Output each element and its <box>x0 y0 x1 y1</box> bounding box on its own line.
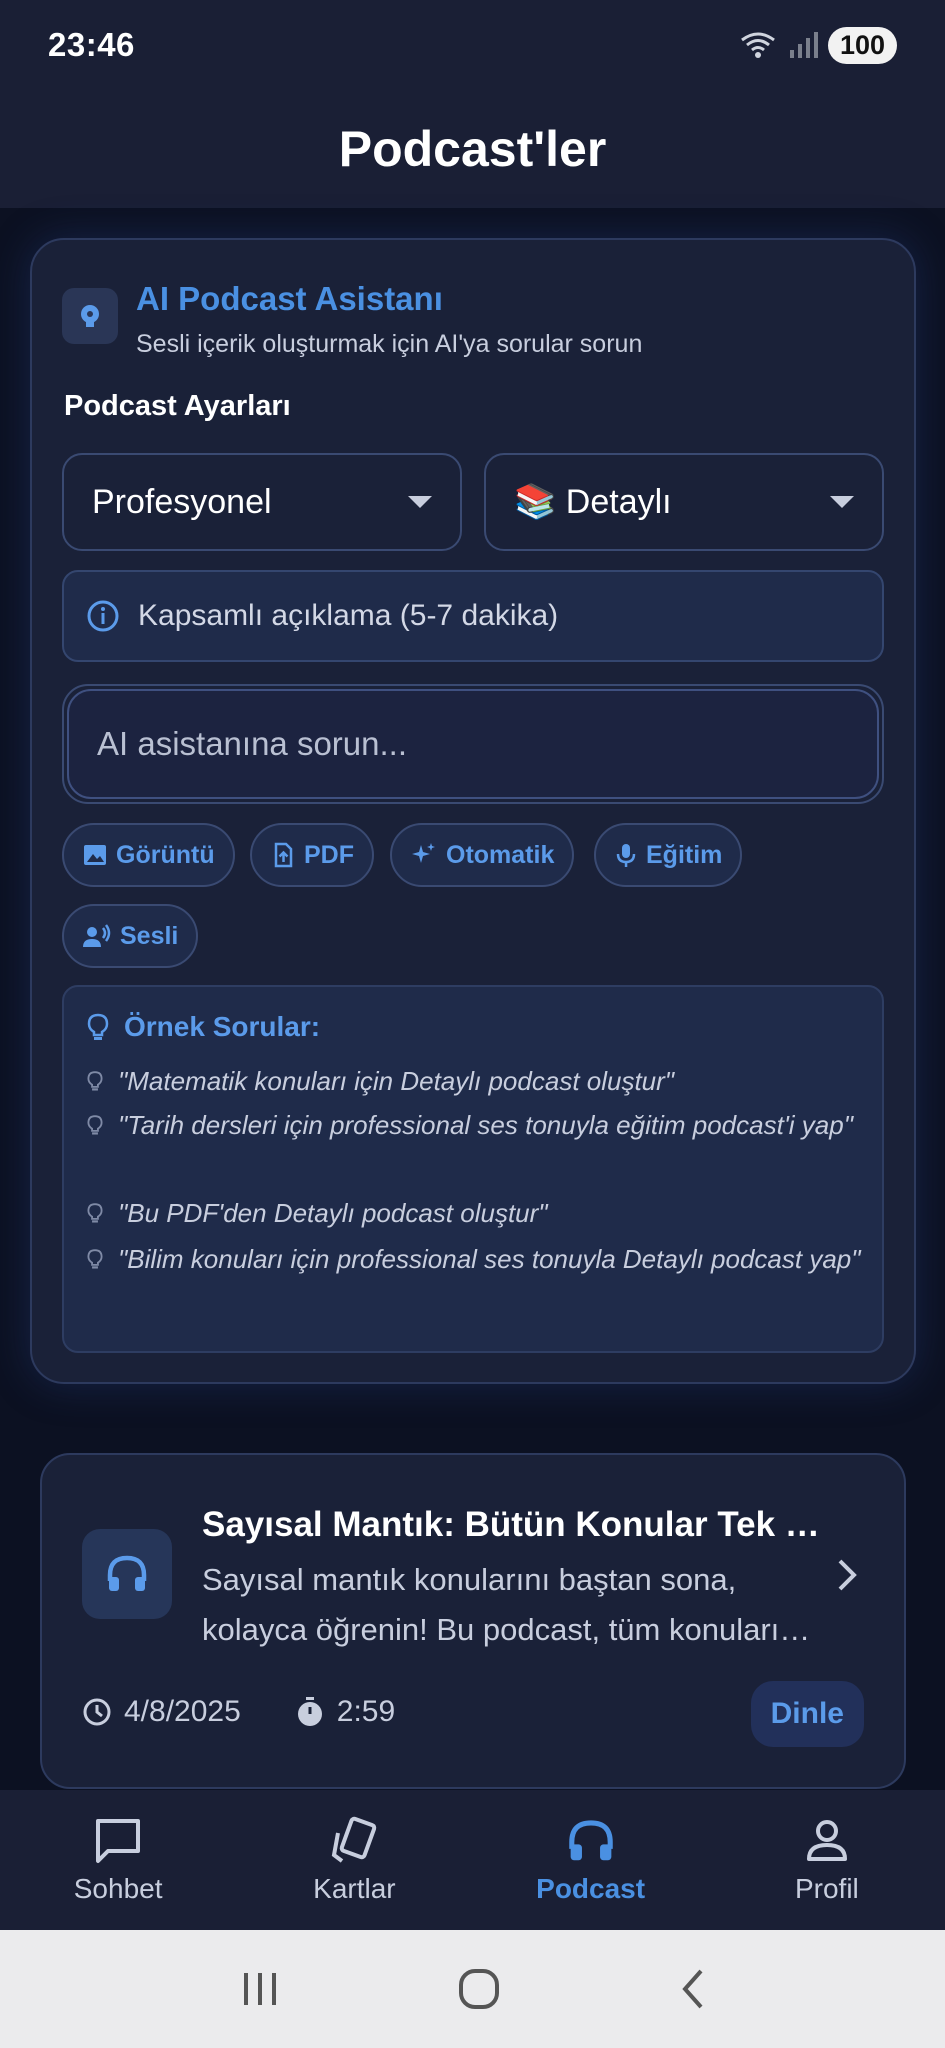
nav-item-chat[interactable]: Sohbet <box>18 1815 218 1905</box>
podcast-card[interactable]: Sayısal Mantık: Bütün Konular Tek Podcas… <box>40 1453 906 1789</box>
signal-icon <box>789 32 818 58</box>
podcast-description: Sayısal mantık konularını baştan sona, k… <box>202 1562 780 1647</box>
status-time: 23:46 <box>48 26 135 63</box>
bottom-nav: Sohbet Kartlar Podcast Profil <box>0 1790 945 1930</box>
nav-label: Podcast <box>536 1873 646 1904</box>
microphone-icon <box>616 844 636 867</box>
lightbulb-icon <box>87 1203 103 1223</box>
chat-icon <box>96 1819 141 1863</box>
system-nav-bar <box>0 1930 945 2048</box>
chip-label: Otomatik <box>446 840 555 869</box>
ask-input[interactable] <box>67 689 879 799</box>
info-box: Kapsamlı açıklama (5-7 dakika) <box>62 570 884 662</box>
nav-label: Profil <box>794 1873 859 1904</box>
lightbulb-icon <box>87 1013 109 1040</box>
podcast-meta: 4/8/2025 2:59 <box>82 1695 395 1729</box>
example-text: "Tarih dersleri için professional ses to… <box>118 1110 853 1140</box>
chip-label: Sesli <box>120 921 179 950</box>
lightbulb-icon <box>87 1071 103 1091</box>
examples-title: Örnek Sorular: <box>124 1011 321 1042</box>
nav-item-profile[interactable]: Profil <box>727 1815 927 1905</box>
headphones-icon <box>82 1529 172 1619</box>
example-text: "Matematik konuları için Detaylı podcast… <box>118 1066 675 1096</box>
assistant-header: AI Podcast Asistanı Sesli içerik oluştur… <box>62 280 642 359</box>
sparkle-icon <box>412 843 435 863</box>
clock-icon <box>83 1698 111 1726</box>
nav-label: Kartlar <box>313 1873 396 1904</box>
wifi-icon <box>741 32 775 58</box>
chip-pdf[interactable]: PDF <box>250 823 374 887</box>
cards-icon <box>332 1816 377 1863</box>
app-header: Podcast'ler <box>0 90 945 208</box>
example-text: "Bu PDF'den Detaylı podcast oluştur" <box>118 1198 548 1228</box>
example-item[interactable]: "Tarih dersleri için professional ses to… <box>86 1103 876 1147</box>
tone-select-value: Profesyonel <box>92 482 272 521</box>
length-select[interactable]: 📚 Detaylı <box>484 453 884 551</box>
dropdown-caret-icon <box>830 496 854 508</box>
listen-button[interactable]: Dinle <box>750 1681 864 1747</box>
dropdown-caret-icon <box>408 496 432 508</box>
chip-label: Görüntü <box>116 840 215 869</box>
file-upload-icon <box>274 842 293 868</box>
podcast-date: 4/8/2025 <box>124 1695 241 1728</box>
image-icon <box>84 845 106 865</box>
info-icon <box>87 600 119 632</box>
length-select-value: 📚 Detaylı <box>514 483 672 521</box>
brain-icon <box>62 288 118 344</box>
ask-input-wrapper <box>62 684 884 804</box>
page-title: Podcast'ler <box>338 121 607 177</box>
info-text: Kapsamlı açıklama (5-7 dakika) <box>138 599 559 632</box>
example-item[interactable]: "Bilim konuları için professional ses to… <box>86 1237 876 1281</box>
assistant-title: AI Podcast Asistanı <box>136 280 443 317</box>
battery-indicator: 100 <box>827 26 897 64</box>
home-icon[interactable] <box>457 1967 501 2011</box>
chip-auto[interactable]: Otomatik <box>390 823 575 887</box>
assistant-subtitle: Sesli içerik oluşturmak için AI'ya sorul… <box>136 330 643 358</box>
settings-label: Podcast Ayarları <box>64 390 291 422</box>
status-bar: 23:46 100 <box>0 0 945 90</box>
example-item[interactable]: "Matematik konuları için Detaylı podcast… <box>86 1059 876 1103</box>
lightbulb-icon <box>87 1249 103 1269</box>
lightbulb-icon <box>87 1115 103 1135</box>
tone-select[interactable]: Profesyonel <box>62 453 462 551</box>
chip-label: Eğitim <box>646 840 723 869</box>
recent-apps-icon[interactable] <box>238 1969 282 2009</box>
chevron-right-icon[interactable] <box>834 1555 860 1595</box>
chip-education[interactable]: Eğitim <box>594 823 743 887</box>
status-icons: 100 <box>738 26 897 64</box>
ai-assistant-card: AI Podcast Asistanı Sesli içerik oluştur… <box>30 238 916 1384</box>
chip-image[interactable]: Görüntü <box>62 823 235 887</box>
person-icon <box>806 1820 847 1861</box>
timer-icon <box>297 1697 322 1726</box>
example-questions: Örnek Sorular: "Matematik konuları için … <box>62 985 884 1353</box>
nav-label: Sohbet <box>73 1873 163 1904</box>
back-icon[interactable] <box>677 1967 707 2011</box>
podcast-title: Sayısal Mantık: Bütün Konular Tek Podcas… <box>202 1505 832 1544</box>
chip-label: PDF <box>304 840 354 869</box>
examples-header: Örnek Sorular: <box>86 1011 320 1043</box>
podcast-duration: 2:59 <box>336 1695 396 1728</box>
nav-item-podcast[interactable]: Podcast <box>491 1815 691 1905</box>
headphones-icon <box>568 1820 613 1861</box>
example-text: "Bilim konuları için professional ses to… <box>118 1244 861 1274</box>
chip-voice[interactable]: Sesli <box>62 904 199 968</box>
voice-icon <box>83 924 111 947</box>
example-item[interactable]: "Bu PDF'den Detaylı podcast oluştur" <box>86 1191 876 1235</box>
nav-item-cards[interactable]: Kartlar <box>254 1815 454 1905</box>
